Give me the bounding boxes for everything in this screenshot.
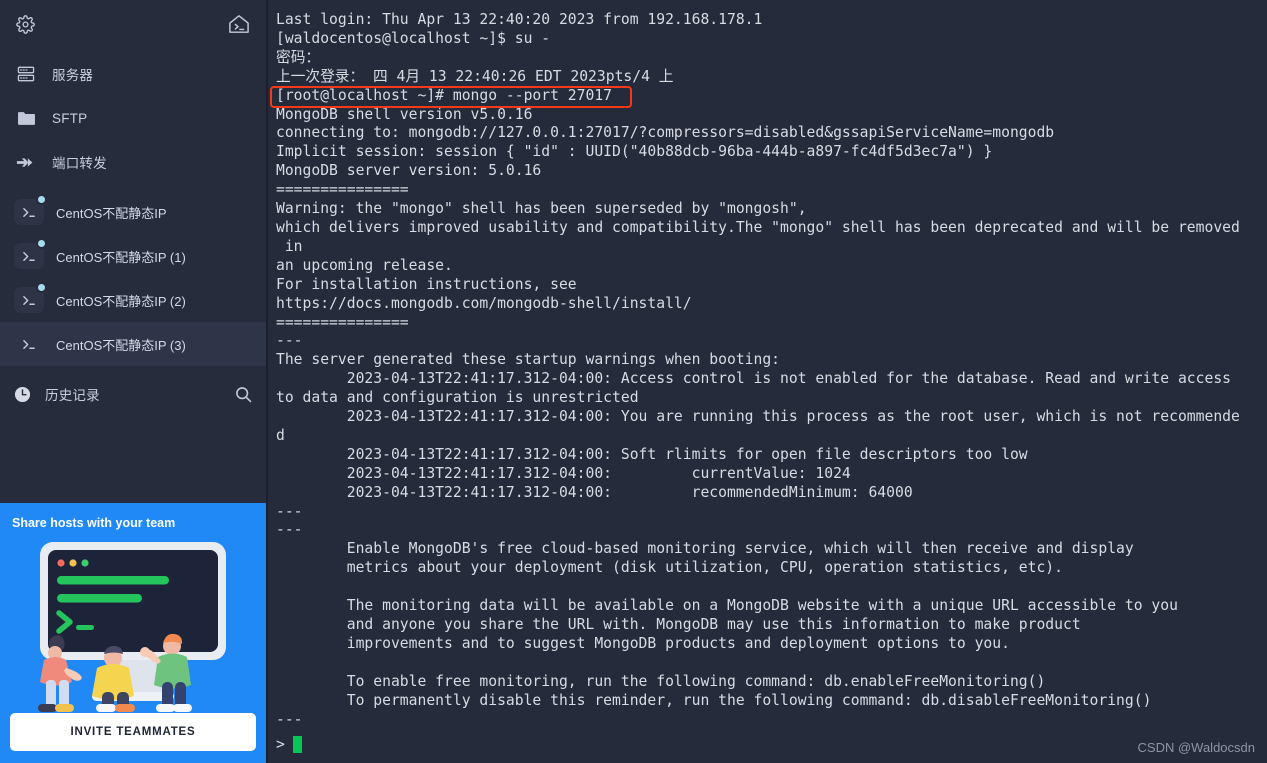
- session-item-label: CentOS不配静态IP (3): [56, 337, 186, 353]
- session-icon-wrap: [14, 331, 44, 357]
- terminal-line: 2023-04-13T22:41:17.312-04:00: You are r…: [276, 408, 1240, 426]
- sidebar-item-port-forwarding[interactable]: 端口转发: [0, 140, 266, 184]
- search-icon[interactable]: [235, 386, 252, 403]
- server-rack-icon: [14, 66, 38, 82]
- terminal-line: https://docs.mongodb.com/mongodb-shell/i…: [276, 294, 692, 312]
- terminal-line: Enable MongoDB's free cloud-based monito…: [276, 540, 1134, 558]
- sidebar-item-label: 端口转发: [52, 156, 107, 171]
- terminal-line: MongoDB shell version v5.0.16: [276, 105, 533, 123]
- terminal-line: and anyone you share the URL with. Mongo…: [276, 616, 1081, 633]
- terminal-line: The server generated these startup warni…: [276, 351, 781, 369]
- team-terminal-illustration: [10, 536, 256, 713]
- terminal-line: ---: [276, 502, 303, 520]
- invite-teammates-button[interactable]: INVITE TEAMMATES: [10, 713, 256, 751]
- session-list: CentOS不配静态IP CentOS不配静态IP (1) CentOS不配静态…: [0, 190, 266, 366]
- sidebar-item-sftp[interactable]: SFTP: [0, 96, 266, 140]
- terminal-line: connecting to: mongodb://127.0.0.1:27017…: [276, 124, 1055, 142]
- home-terminal-icon[interactable]: [228, 14, 250, 34]
- terminal-line: 2023-04-13T22:41:17.312-04:00: Soft rlim…: [276, 445, 1028, 463]
- session-item-label: CentOS不配静态IP (2): [56, 293, 186, 309]
- terminal-line: 上一次登录： 四 4月 13 22:40:26 EDT 2023pts/4 上: [276, 67, 674, 85]
- terminal-line: ---: [276, 521, 303, 539]
- terminal-output: Last login: Thu Apr 13 22:40:20 2023 fro…: [276, 11, 1267, 729]
- terminal-line: 2023-04-13T22:41:17.312-04:00: Access co…: [276, 370, 1232, 388]
- terminal-line: [root@localhost ~]# mongo --port 27017: [276, 86, 613, 104]
- session-icon-wrap: [14, 194, 47, 225]
- terminal-cursor: [292, 736, 302, 753]
- terminal-line: Warning: the "mongo" shell has been supe…: [276, 200, 807, 218]
- connection-status-dot: [36, 282, 47, 293]
- terminal-line: For installation instructions, see: [276, 275, 577, 293]
- terminal-line: ===============: [276, 313, 409, 331]
- session-icon-wrap: [14, 282, 47, 313]
- connection-status-dot: [36, 238, 47, 249]
- gear-icon[interactable]: [16, 14, 35, 34]
- terminal-line: ---: [276, 332, 303, 350]
- terminal-panel[interactable]: Last login: Thu Apr 13 22:40:20 2023 fro…: [268, 0, 1267, 763]
- terminal-line: an upcoming release.: [276, 256, 453, 274]
- sidebar-item-servers[interactable]: 服务器: [0, 52, 266, 96]
- sidebar-item-history[interactable]: 历史记录: [0, 372, 266, 416]
- folder-icon: [14, 110, 38, 126]
- session-icon-wrap: [14, 238, 47, 269]
- terminal-line: 密码：: [276, 48, 321, 66]
- promo-card: Share hosts with your team INVITE TEAMMA…: [0, 503, 266, 763]
- sidebar-item-label: 历史记录: [45, 388, 100, 403]
- app-window: 服务器 SFTP 端口转发 CentOS不配静态IP CentOS不配静态IP …: [0, 0, 1267, 763]
- session-item-label: CentOS不配静态IP (1): [56, 249, 186, 265]
- terminal-line: [waldocentos@localhost ~]$ su -: [276, 29, 551, 47]
- sidebar-top-bar: [0, 0, 266, 48]
- terminal-line: 2023-04-13T22:41:17.312-04:00: recommend…: [276, 483, 913, 501]
- sidebar-item-label: SFTP: [52, 110, 88, 126]
- watermark: CSDN @Waldocsdn: [1137, 740, 1255, 755]
- terminal-line: ---: [276, 710, 303, 728]
- terminal-prompt-icon: [14, 331, 44, 357]
- terminal-line: MongoDB server version: 5.0.16: [276, 162, 542, 180]
- terminal-line: in: [276, 237, 303, 255]
- terminal-line: Implicit session: session { "id" : UUID(…: [276, 143, 993, 161]
- terminal-line: To enable free monitoring, run the follo…: [276, 672, 1046, 690]
- clock-icon: [14, 386, 31, 403]
- connection-status-dot: [36, 194, 47, 205]
- terminal-prompt-line[interactable]: >: [276, 735, 302, 754]
- terminal-line: to data and configuration is unrestricte…: [276, 389, 639, 407]
- terminal-line: To permanently disable this reminder, ru…: [276, 691, 1152, 709]
- prompt-symbol: >: [276, 736, 285, 753]
- terminal-line: metrics about your deployment (disk util…: [276, 559, 1063, 577]
- promo-title: Share hosts with your team: [12, 516, 176, 530]
- terminal-line: Last login: Thu Apr 13 22:40:20 2023 fro…: [276, 11, 763, 28]
- terminal-line: which delivers improved usability and co…: [276, 218, 1240, 236]
- session-item-centos-0[interactable]: CentOS不配静态IP: [0, 190, 266, 234]
- sidebar-item-label: 服务器: [52, 68, 94, 83]
- terminal-line: d: [276, 426, 285, 444]
- terminal-line: improvements and to suggest MongoDB prod…: [276, 634, 1010, 652]
- port-forward-arrow-icon: [14, 155, 38, 170]
- session-item-centos-2[interactable]: CentOS不配静态IP (2): [0, 278, 266, 322]
- sidebar-nav: 服务器 SFTP 端口转发: [0, 48, 266, 184]
- session-item-centos-1[interactable]: CentOS不配静态IP (1): [0, 234, 266, 278]
- terminal-line: 2023-04-13T22:41:17.312-04:00: currentVa…: [276, 464, 851, 482]
- session-item-label: CentOS不配静态IP: [56, 205, 167, 221]
- terminal-line: ===============: [276, 181, 409, 199]
- terminal-line: The monitoring data will be available on…: [276, 597, 1178, 615]
- sidebar: 服务器 SFTP 端口转发 CentOS不配静态IP CentOS不配静态IP …: [0, 0, 268, 763]
- session-item-centos-3[interactable]: CentOS不配静态IP (3): [0, 322, 266, 366]
